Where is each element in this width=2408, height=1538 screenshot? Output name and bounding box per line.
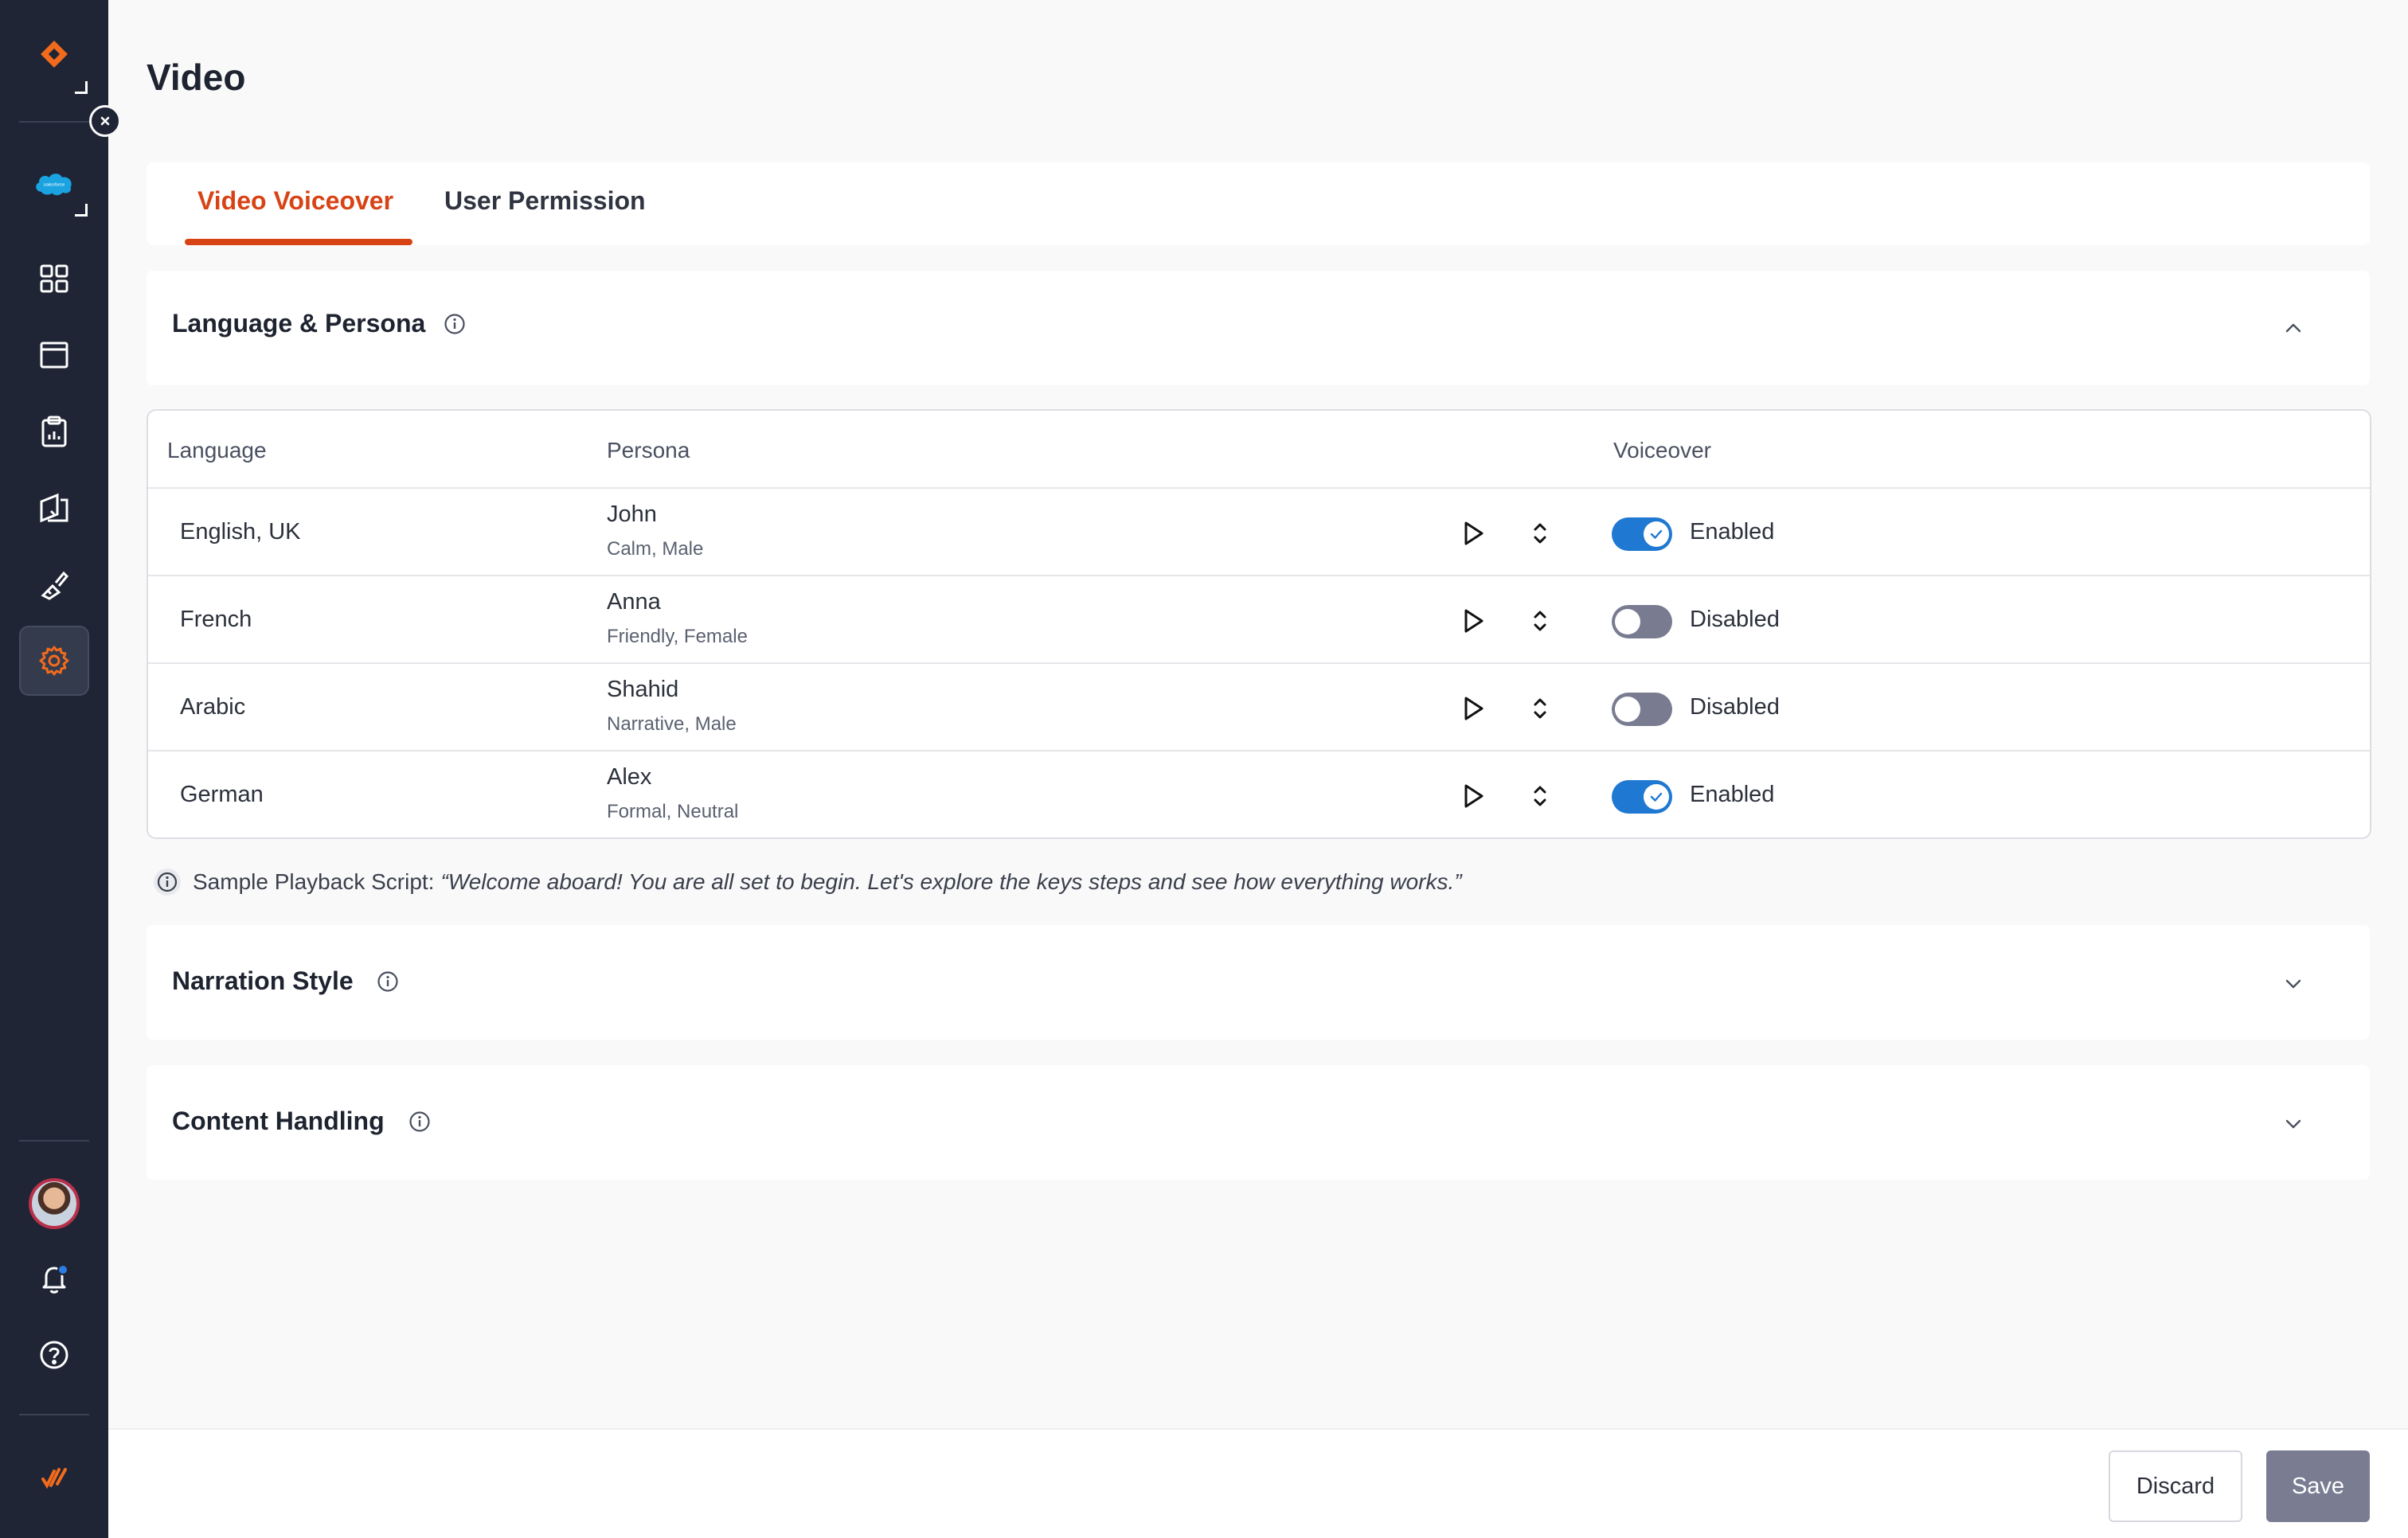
play-icon[interactable] [1457, 693, 1489, 724]
save-button[interactable]: Save [2266, 1450, 2370, 1522]
toggle-knob [1644, 784, 1669, 810]
section-content-handling[interactable]: Content Handling [147, 1065, 2370, 1180]
voiceover-status: Enabled [1690, 519, 1775, 545]
brand-logo-icon[interactable] [19, 19, 89, 89]
language-persona-table: Language Persona Voiceover English, UK J… [147, 409, 2371, 839]
tabs-bar: Video Voiceover User Permission [147, 162, 2370, 245]
chevron-up-down-icon[interactable] [1524, 780, 1556, 812]
table-row: Arabic Shahid Narrative, Male Disabled [148, 662, 2370, 750]
close-icon [100, 116, 110, 126]
sidebar-divider [19, 1414, 89, 1415]
sidebar-divider [19, 121, 89, 123]
persona-description: Narrative, Male [607, 713, 737, 735]
info-icon[interactable] [443, 312, 467, 336]
whatfix-logo-icon[interactable] [19, 1442, 89, 1513]
check-icon [1650, 529, 1663, 539]
info-icon[interactable] [408, 1110, 432, 1134]
settings-icon[interactable] [19, 626, 89, 696]
table-row: German Alex Formal, Neutral Enabled [148, 750, 2370, 837]
info-icon[interactable] [376, 970, 400, 993]
persona-description: Calm, Male [607, 538, 704, 560]
persona-description: Formal, Neutral [607, 801, 739, 822]
sidebar: salesforce [0, 0, 121, 1538]
sidebar-divider [19, 1140, 89, 1142]
note-quote: “Welcome aboard! You are all set to begi… [440, 869, 1462, 894]
browser-window-icon[interactable] [19, 320, 89, 390]
voiceover-toggle[interactable] [1612, 693, 1672, 726]
dashboard-grid-icon[interactable] [19, 244, 89, 314]
collapse-sidebar-button[interactable] [89, 105, 121, 137]
info-icon [154, 869, 181, 896]
column-header-persona: Persona [607, 438, 690, 463]
column-header-language: Language [167, 438, 267, 463]
page-title: Video [147, 57, 246, 98]
persona-name: John [607, 502, 657, 527]
column-header-voiceover: Voiceover [1613, 438, 1711, 463]
voiceover-status: Enabled [1690, 782, 1775, 807]
voiceover-toggle[interactable] [1612, 605, 1672, 638]
voiceover-status: Disabled [1690, 607, 1780, 632]
tab-video-voiceover[interactable]: Video Voiceover [197, 186, 393, 216]
chevron-up-icon[interactable] [2281, 315, 2306, 341]
expand-corner-icon [75, 204, 88, 217]
language-cell: German [180, 782, 264, 807]
active-tab-indicator [185, 239, 412, 245]
check-icon [1650, 792, 1663, 802]
discard-button[interactable]: Discard [2109, 1450, 2242, 1522]
section-title: Content Handling [172, 1107, 385, 1135]
chevron-up-down-icon[interactable] [1524, 605, 1556, 637]
voiceover-status: Disabled [1690, 694, 1780, 720]
voiceover-toggle[interactable] [1612, 780, 1672, 814]
language-cell: French [180, 607, 252, 632]
section-title: Narration Style [172, 966, 354, 995]
chevron-down-icon[interactable] [2281, 1111, 2306, 1137]
chevron-up-down-icon[interactable] [1524, 693, 1556, 724]
toggle-knob [1615, 697, 1640, 722]
section-title: Language & Persona [172, 309, 426, 338]
chevron-up-down-icon[interactable] [1524, 517, 1556, 549]
chevron-down-icon[interactable] [2281, 971, 2306, 997]
document-pages-icon[interactable] [19, 473, 89, 543]
avatar[interactable] [29, 1178, 80, 1229]
section-narration-style[interactable]: Narration Style [147, 925, 2370, 1040]
play-icon[interactable] [1457, 780, 1489, 812]
footer-actions: Discard Save [108, 1428, 2408, 1538]
bell-icon[interactable] [19, 1243, 89, 1314]
persona-description: Friendly, Female [607, 626, 748, 647]
paint-brush-icon[interactable] [19, 549, 89, 619]
persona-name: Alex [607, 764, 652, 790]
toggle-knob [1615, 609, 1640, 634]
tab-user-permission[interactable]: User Permission [444, 186, 646, 216]
language-cell: Arabic [180, 694, 246, 720]
play-icon[interactable] [1457, 605, 1489, 637]
toggle-knob [1644, 521, 1669, 547]
persona-name: Anna [607, 589, 661, 615]
table-row: English, UK John Calm, Male Enabled [148, 487, 2370, 575]
help-icon[interactable] [19, 1320, 89, 1390]
persona-name: Shahid [607, 677, 679, 702]
clipboard-report-icon[interactable] [19, 396, 89, 466]
play-icon[interactable] [1457, 517, 1489, 549]
table-row: French Anna Friendly, Female Disabled [148, 575, 2370, 662]
notification-badge [57, 1264, 68, 1275]
sample-playback-note: Sample Playback Script: “Welcome aboard!… [151, 866, 1462, 898]
note-label: Sample Playback Script: [193, 869, 435, 894]
section-language-persona[interactable]: Language & Persona [147, 271, 2370, 385]
voiceover-toggle[interactable] [1612, 517, 1672, 551]
expand-corner-icon [75, 81, 88, 94]
language-cell: English, UK [180, 519, 301, 545]
salesforce-label: salesforce [44, 183, 65, 188]
